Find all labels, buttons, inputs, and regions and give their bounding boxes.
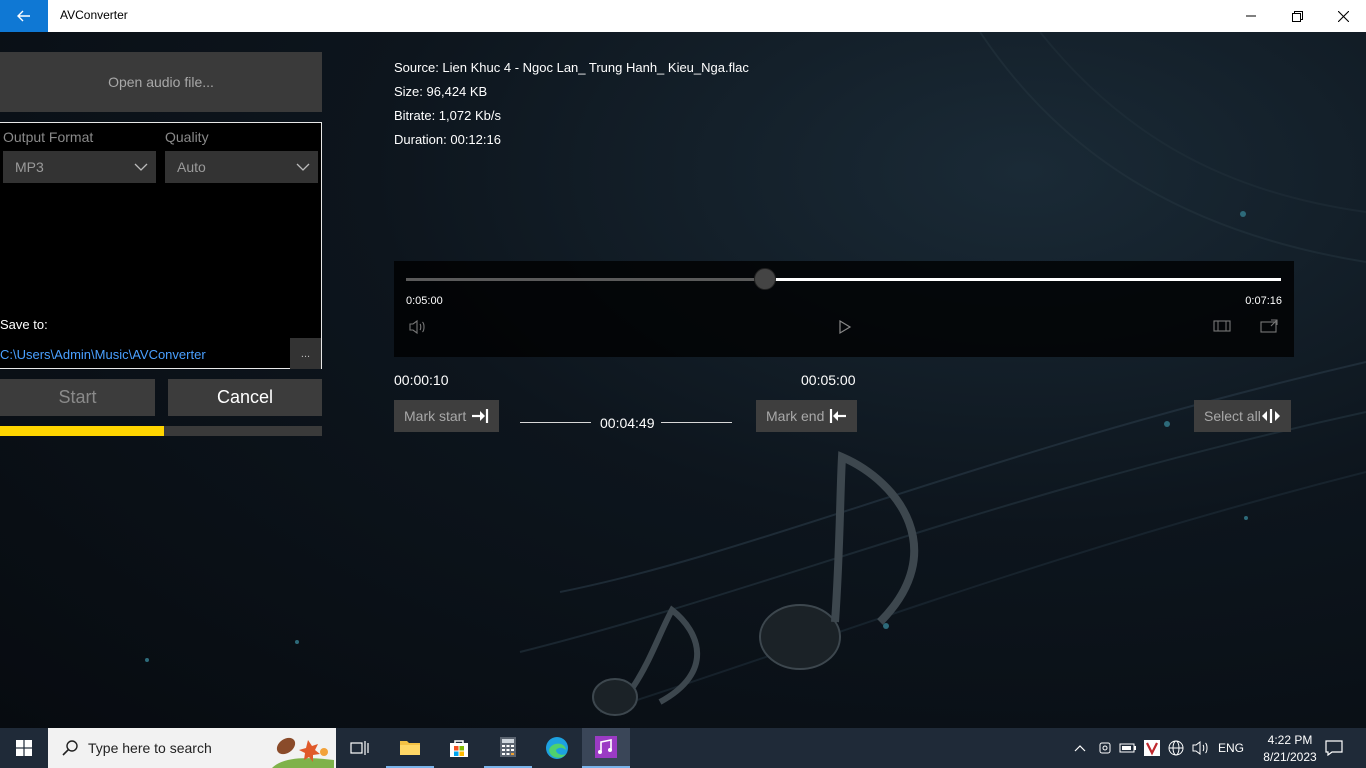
back-button[interactable] [0, 0, 48, 32]
selection-duration: 00:04:49 [600, 415, 655, 431]
start-button[interactable]: Start [0, 379, 155, 416]
select-all-icon [1262, 409, 1280, 423]
avconverter-icon [595, 736, 617, 758]
start-button[interactable] [0, 728, 48, 768]
calculator-icon [500, 737, 516, 757]
quality-dropdown[interactable]: Auto [165, 151, 318, 183]
title-bar: AVConverter [0, 0, 1366, 32]
clock-date[interactable]: 8/21/2023 [1252, 750, 1328, 764]
mark-end-time: 00:05:00 [801, 372, 856, 388]
close-button[interactable] [1320, 0, 1366, 32]
taskbar: Type here to search ENG 4:22 PM 8/21/202… [0, 728, 1366, 768]
output-format-value: MP3 [15, 159, 44, 175]
duration-line-right [661, 422, 732, 423]
mark-start-label: Mark start [404, 408, 467, 424]
tray-battery-icon[interactable] [1118, 728, 1138, 768]
v-app-icon [1144, 740, 1160, 756]
taskbar-calculator[interactable] [484, 728, 532, 768]
close-icon [1337, 10, 1349, 22]
progress-fill [0, 426, 165, 436]
notifications-button[interactable] [1320, 728, 1348, 768]
search-highlight-icon [272, 737, 334, 768]
minimize-button[interactable] [1228, 0, 1274, 32]
remaining-time: 0:07:16 [1245, 295, 1282, 307]
position-time: 0:05:00 [406, 295, 443, 307]
full-window-icon[interactable] [1260, 319, 1278, 333]
volume-icon[interactable] [409, 319, 427, 335]
search-icon [62, 740, 78, 756]
mark-start-time: 00:00:10 [394, 372, 449, 388]
seek-track-played[interactable] [406, 278, 765, 281]
device-icon [1099, 742, 1111, 754]
quality-value: Auto [177, 159, 206, 175]
globe-icon [1168, 740, 1184, 756]
windows-logo-icon [16, 740, 32, 756]
store-icon [450, 740, 468, 757]
settings-panel: Output Format Quality MP3 Auto Save to: … [0, 122, 322, 369]
chevron-down-icon [134, 163, 148, 171]
input-language[interactable]: ENG [1218, 741, 1244, 755]
mark-start-button[interactable]: Mark start [394, 400, 499, 432]
window-title: AVConverter [60, 8, 128, 22]
seek-thumb[interactable] [753, 268, 776, 290]
save-path-link[interactable]: C:\Users\Admin\Music\AVConverter [0, 347, 206, 362]
chevron-down-icon [296, 163, 310, 171]
browse-button[interactable]: ... [290, 338, 321, 369]
mark-end-button[interactable]: Mark end [756, 400, 857, 432]
mark-start-icon [472, 409, 489, 423]
conversion-progress-bar [0, 426, 322, 436]
duration-info: Duration: 00:12:16 [394, 132, 501, 147]
tray-volume-icon[interactable] [1190, 728, 1212, 768]
taskbar-avconverter[interactable] [582, 728, 630, 768]
quality-label: Quality [165, 129, 209, 145]
battery-icon [1119, 743, 1136, 753]
duration-line-left [520, 422, 591, 423]
tray-device-icon[interactable] [1095, 728, 1115, 768]
speaker-icon [1192, 741, 1208, 755]
clock-time[interactable]: 4:22 PM [1260, 733, 1320, 747]
seek-track-remaining[interactable] [764, 278, 1281, 281]
save-to-label: Save to: [0, 317, 48, 332]
folder-icon [400, 741, 420, 755]
minimize-icon [1246, 15, 1256, 17]
task-view-button[interactable] [336, 728, 384, 768]
media-player: 0:05:00 0:07:16 [394, 261, 1294, 357]
size-info: Size: 96,424 KB [394, 84, 488, 99]
output-format-dropdown[interactable]: MP3 [3, 151, 156, 183]
mark-end-icon [829, 409, 846, 423]
taskbar-edge[interactable] [533, 728, 581, 768]
maximize-button[interactable] [1274, 0, 1320, 32]
chevron-up-icon [1074, 745, 1086, 752]
show-hidden-icons-button[interactable] [1070, 728, 1090, 768]
open-audio-file-button[interactable]: Open audio file... [0, 52, 322, 112]
play-icon[interactable] [838, 319, 852, 335]
app-content: Open audio file... Output Format Quality… [0, 32, 1366, 728]
select-all-label: Select all [1204, 408, 1261, 424]
notification-icon [1325, 740, 1343, 756]
taskbar-store[interactable] [435, 728, 483, 768]
mark-end-label: Mark end [766, 408, 825, 424]
search-placeholder: Type here to search [88, 740, 212, 756]
taskbar-search[interactable]: Type here to search [48, 728, 336, 768]
task-view-icon [350, 741, 369, 755]
taskbar-file-explorer[interactable] [386, 728, 434, 768]
source-info: Source: Lien Khuc 4 - Ngoc Lan_ Trung Ha… [394, 60, 749, 75]
select-all-button[interactable]: Select all [1194, 400, 1291, 432]
edge-icon [546, 737, 568, 759]
tray-v-app-icon[interactable] [1142, 728, 1162, 768]
back-arrow-icon [17, 10, 30, 22]
tray-network-icon[interactable] [1166, 728, 1186, 768]
cancel-button[interactable]: Cancel [168, 379, 322, 416]
bitrate-info: Bitrate: 1,072 Kb/s [394, 108, 501, 123]
output-format-label: Output Format [3, 129, 94, 145]
restore-icon [1291, 10, 1303, 22]
aspect-ratio-icon[interactable] [1213, 319, 1231, 333]
